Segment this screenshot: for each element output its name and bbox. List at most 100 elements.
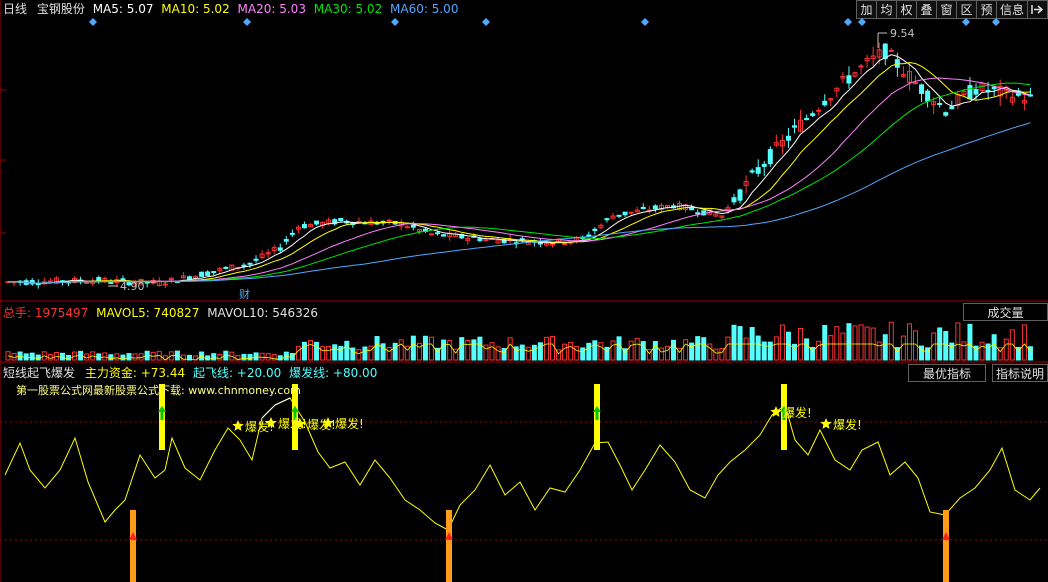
volume-bar [610, 340, 616, 361]
mavol10-value: MAVOL10: 546326 [207, 306, 319, 320]
volume-bar [386, 347, 392, 361]
volume-bar [634, 337, 640, 361]
volume-bar [979, 341, 985, 361]
volume-bar [211, 353, 217, 361]
candle-body [622, 211, 628, 216]
candle-body [241, 264, 247, 267]
volume-bar [604, 346, 610, 361]
main-fund-value: 主力资金: +73.44 [84, 366, 186, 380]
candle-body [689, 207, 695, 211]
volume-bar [495, 346, 501, 361]
candle-body [628, 211, 634, 214]
candle-body [804, 118, 810, 121]
volume-bar [126, 353, 132, 361]
volume-total: 总手: 1975497 [3, 306, 89, 320]
qifei-line-value: 起飞线: +20.00 [192, 366, 282, 380]
volume-bar [713, 348, 719, 361]
volume-bar [344, 340, 350, 361]
candle-body [199, 271, 205, 277]
volume-bar [737, 326, 743, 361]
volume-bar [852, 325, 858, 361]
volume-bar [410, 335, 416, 361]
candle-body [973, 89, 979, 95]
candle-body [108, 281, 114, 284]
candle-body [616, 214, 622, 217]
mavol5-value: MAVOL5: 740827 [96, 306, 200, 320]
candle-body [919, 84, 925, 94]
volume-bar [217, 354, 223, 361]
volume-bar [531, 344, 537, 361]
candle-body [913, 82, 918, 85]
volume-bar [725, 336, 731, 361]
volume-bar [59, 352, 65, 361]
volume-bar [465, 339, 471, 361]
finance-marker: 财 [239, 287, 250, 301]
volume-bar [834, 326, 840, 361]
volume-bar [308, 340, 313, 361]
candle-body [592, 228, 598, 231]
volume-bar [392, 342, 398, 361]
volume-bar [489, 342, 495, 361]
candle-body [410, 224, 416, 228]
volume-bar [792, 343, 797, 361]
candle-body [429, 233, 434, 236]
candle-body [846, 75, 852, 84]
volume-indicator-button[interactable]: 成交量 [963, 303, 1048, 321]
volume-bar [991, 334, 997, 361]
volume-bar [568, 341, 574, 361]
volume-bar [483, 344, 489, 361]
volume-bar [314, 341, 320, 361]
volume-bar [761, 341, 767, 361]
candle-body [289, 232, 295, 235]
volume-bar [961, 341, 967, 361]
volume-bar [537, 342, 543, 361]
candle-body [247, 262, 253, 265]
volume-bar [822, 325, 828, 361]
candle-body [84, 281, 90, 284]
candle-body [314, 220, 320, 225]
volume-bar [955, 322, 961, 361]
volume-bar [598, 342, 604, 361]
candle-body [205, 271, 211, 276]
chart-frame [0, 0, 1048, 582]
volume-bar [592, 340, 598, 361]
volume-bar [658, 347, 664, 361]
bottom-bar-2 [943, 510, 949, 582]
volume-bar [320, 346, 326, 361]
volume-bar [731, 324, 737, 361]
volume-bar [900, 335, 906, 361]
volume-bar [767, 341, 773, 361]
volume-bar [1009, 329, 1015, 361]
candle-body [640, 206, 646, 210]
volume-bar [683, 339, 689, 361]
candle-body [477, 238, 483, 242]
indicator-name[interactable]: 短线起飞爆发 [3, 366, 75, 380]
candle-body [761, 163, 767, 167]
candle-body [991, 86, 997, 90]
moving-average-lines [7, 54, 1031, 284]
indicator-explain-button[interactable]: 指标说明 [992, 364, 1048, 382]
volume-bar [477, 336, 483, 361]
volume-bar [247, 354, 253, 361]
candle-body [937, 102, 943, 105]
burst-label: 爆发! [833, 417, 862, 432]
volume-bar [295, 346, 301, 361]
volume-bar [785, 331, 791, 361]
candle-body [810, 113, 816, 116]
volume-bar [574, 346, 580, 361]
volume-bar [519, 344, 525, 361]
volume-bar [398, 339, 404, 361]
candle-body [441, 234, 447, 237]
candle-body [338, 218, 344, 222]
volume-bar [864, 326, 870, 361]
volume-bar [338, 345, 344, 361]
bottom-bar-0 [130, 510, 136, 582]
candle-body [695, 212, 701, 215]
volume-bar [562, 343, 568, 361]
volume-bar [846, 323, 852, 361]
best-indicator-button[interactable]: 最优指标 [908, 364, 986, 382]
indicator-header: 短线起飞爆发 主力资金: +73.44 起飞线: +20.00 爆发线: +80… [3, 366, 377, 380]
candle-body [949, 106, 955, 110]
volume-bar [906, 323, 912, 361]
candle-body [967, 85, 973, 100]
